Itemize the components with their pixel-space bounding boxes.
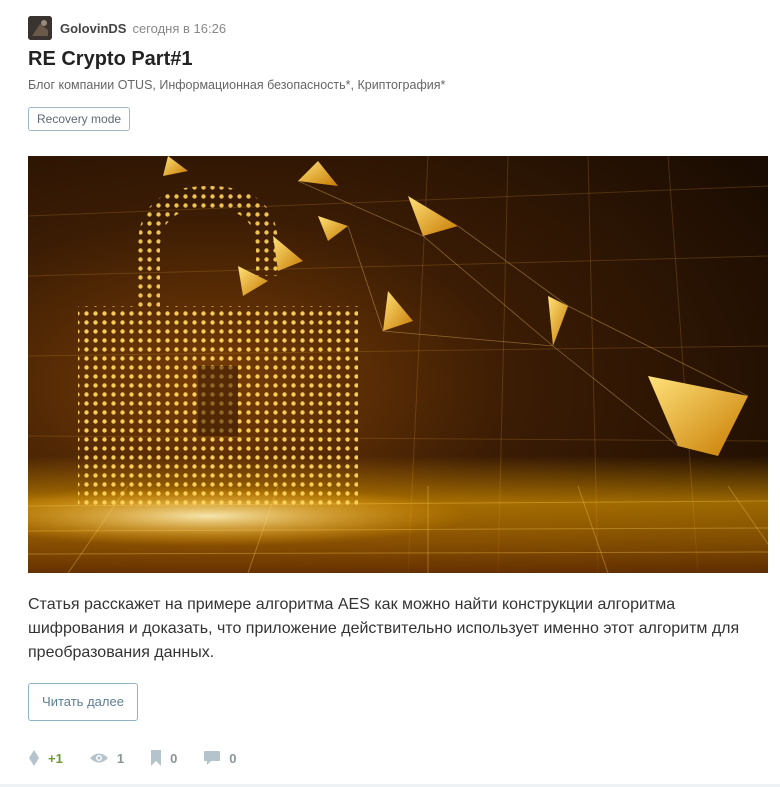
bookmark-icon (151, 750, 162, 766)
comments-count: 0 (229, 750, 237, 766)
comments-stat[interactable]: 0 (203, 750, 237, 766)
bookmarks-stat[interactable]: 0 (150, 750, 177, 766)
post-meta: GolovinDS сегодня в 16:26 (28, 16, 226, 40)
score-stat[interactable]: +1 (28, 750, 63, 766)
eye-icon (89, 753, 108, 763)
post-hubs: Блог компании OTUS, Информационная безоп… (28, 78, 446, 92)
post-card: GolovinDS сегодня в 16:26 RE Crypto Part… (0, 0, 780, 787)
post-date: сегодня в 16:26 (132, 20, 227, 36)
comment-icon (204, 751, 221, 765)
views-count: 1 (116, 750, 125, 766)
bookmarks-count: 0 (170, 750, 178, 766)
author-name[interactable]: GolovinDS (60, 21, 126, 36)
hub-link[interactable]: Криптография* (357, 78, 445, 92)
post-hero-image[interactable] (28, 156, 768, 573)
post-lead-text: Статья расскажет на примере алгоритма AE… (28, 596, 740, 661)
author-avatar[interactable] (28, 16, 52, 40)
hub-link[interactable]: Информационная безопасность* (159, 78, 350, 92)
recovery-mode-badge[interactable]: Recovery mode (28, 107, 131, 131)
post-title[interactable]: RE Crypto Part#1 (28, 48, 193, 71)
views-stat: 1 (89, 751, 124, 766)
read-more-button[interactable]: Читать далее (28, 683, 138, 721)
score-value: +1 (48, 750, 63, 766)
score-icon (29, 750, 39, 766)
post-stats: +1 1 0 0 (28, 746, 263, 770)
hub-link[interactable]: Блог компании OTUS (28, 78, 152, 92)
